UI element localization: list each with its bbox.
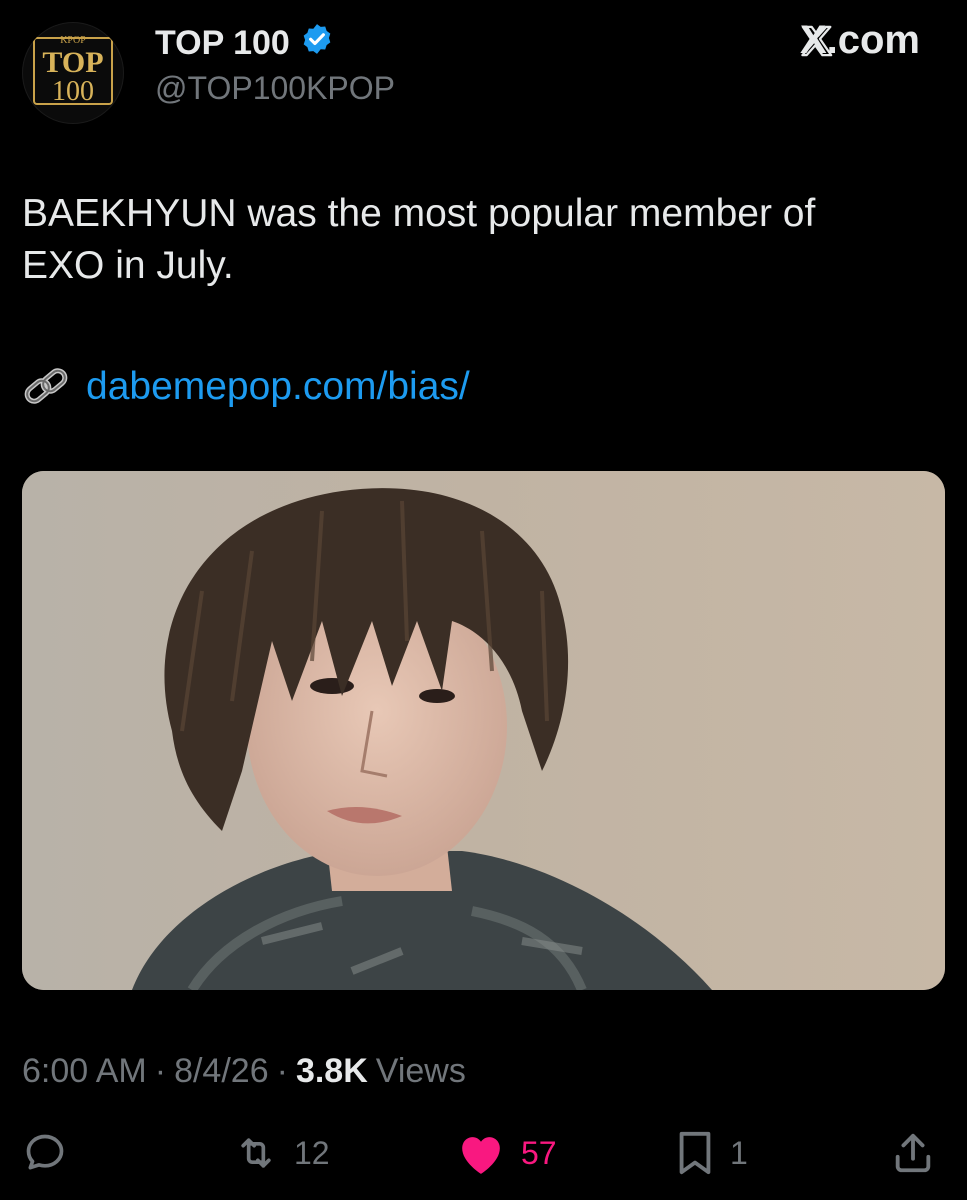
avatar-number-text: 100 [52, 76, 94, 107]
tweet-meta: 6:00 AM · 8/4/26 · 3.8K Views [22, 1052, 466, 1091]
separator: · [154, 1052, 167, 1090]
tweet-date[interactable]: 8/4/26 [174, 1052, 269, 1091]
views-count[interactable]: 3.8K [296, 1052, 368, 1091]
separator: · [276, 1052, 288, 1090]
views-label[interactable]: Views [376, 1052, 466, 1091]
share-icon [890, 1130, 936, 1176]
tweet-text-line: EXO in July. [22, 244, 234, 287]
verified-badge-icon [300, 22, 334, 65]
source-label: X.com [800, 18, 920, 63]
user-handle[interactable]: @TOP100KPOP [155, 70, 395, 107]
retweet-icon [232, 1131, 280, 1175]
action-bar: 12 57 1 [0, 1128, 967, 1178]
avatar-small-text: KPOP [60, 35, 86, 46]
bookmark-count: 1 [730, 1134, 748, 1171]
like-button[interactable]: 57 [455, 1128, 557, 1178]
heart-icon [455, 1130, 507, 1176]
tweet-text: BAEKHYUN was the most popular member of … [22, 188, 942, 292]
avatar-top-text: TOP [42, 46, 103, 79]
like-count: 57 [521, 1134, 557, 1171]
tweet-text-line: BAEKHYUN was the most popular member of [22, 192, 816, 235]
tweet-time[interactable]: 6:00 AM [22, 1052, 147, 1091]
tweet-link[interactable]: dabemepop.com/bias/ [86, 365, 470, 409]
display-name[interactable]: TOP 100 [155, 24, 290, 63]
bookmark-button[interactable]: 1 [674, 1128, 748, 1178]
tweet-image[interactable] [22, 471, 945, 990]
retweet-button[interactable]: 12 [232, 1128, 330, 1178]
share-button[interactable] [890, 1128, 936, 1178]
reply-button[interactable] [22, 1128, 68, 1178]
display-name-row[interactable]: TOP 100 [155, 22, 334, 65]
reply-icon [22, 1131, 68, 1175]
bookmark-icon [674, 1130, 716, 1176]
link-row[interactable]: dabemepop.com/bias/ [22, 364, 470, 410]
avatar[interactable]: KPOP TOP 100 [22, 22, 124, 124]
link-icon [22, 364, 72, 410]
source-label-text: X.com [799, 18, 920, 62]
retweet-count: 12 [294, 1134, 330, 1171]
photo-of-baekhyun [22, 471, 945, 990]
